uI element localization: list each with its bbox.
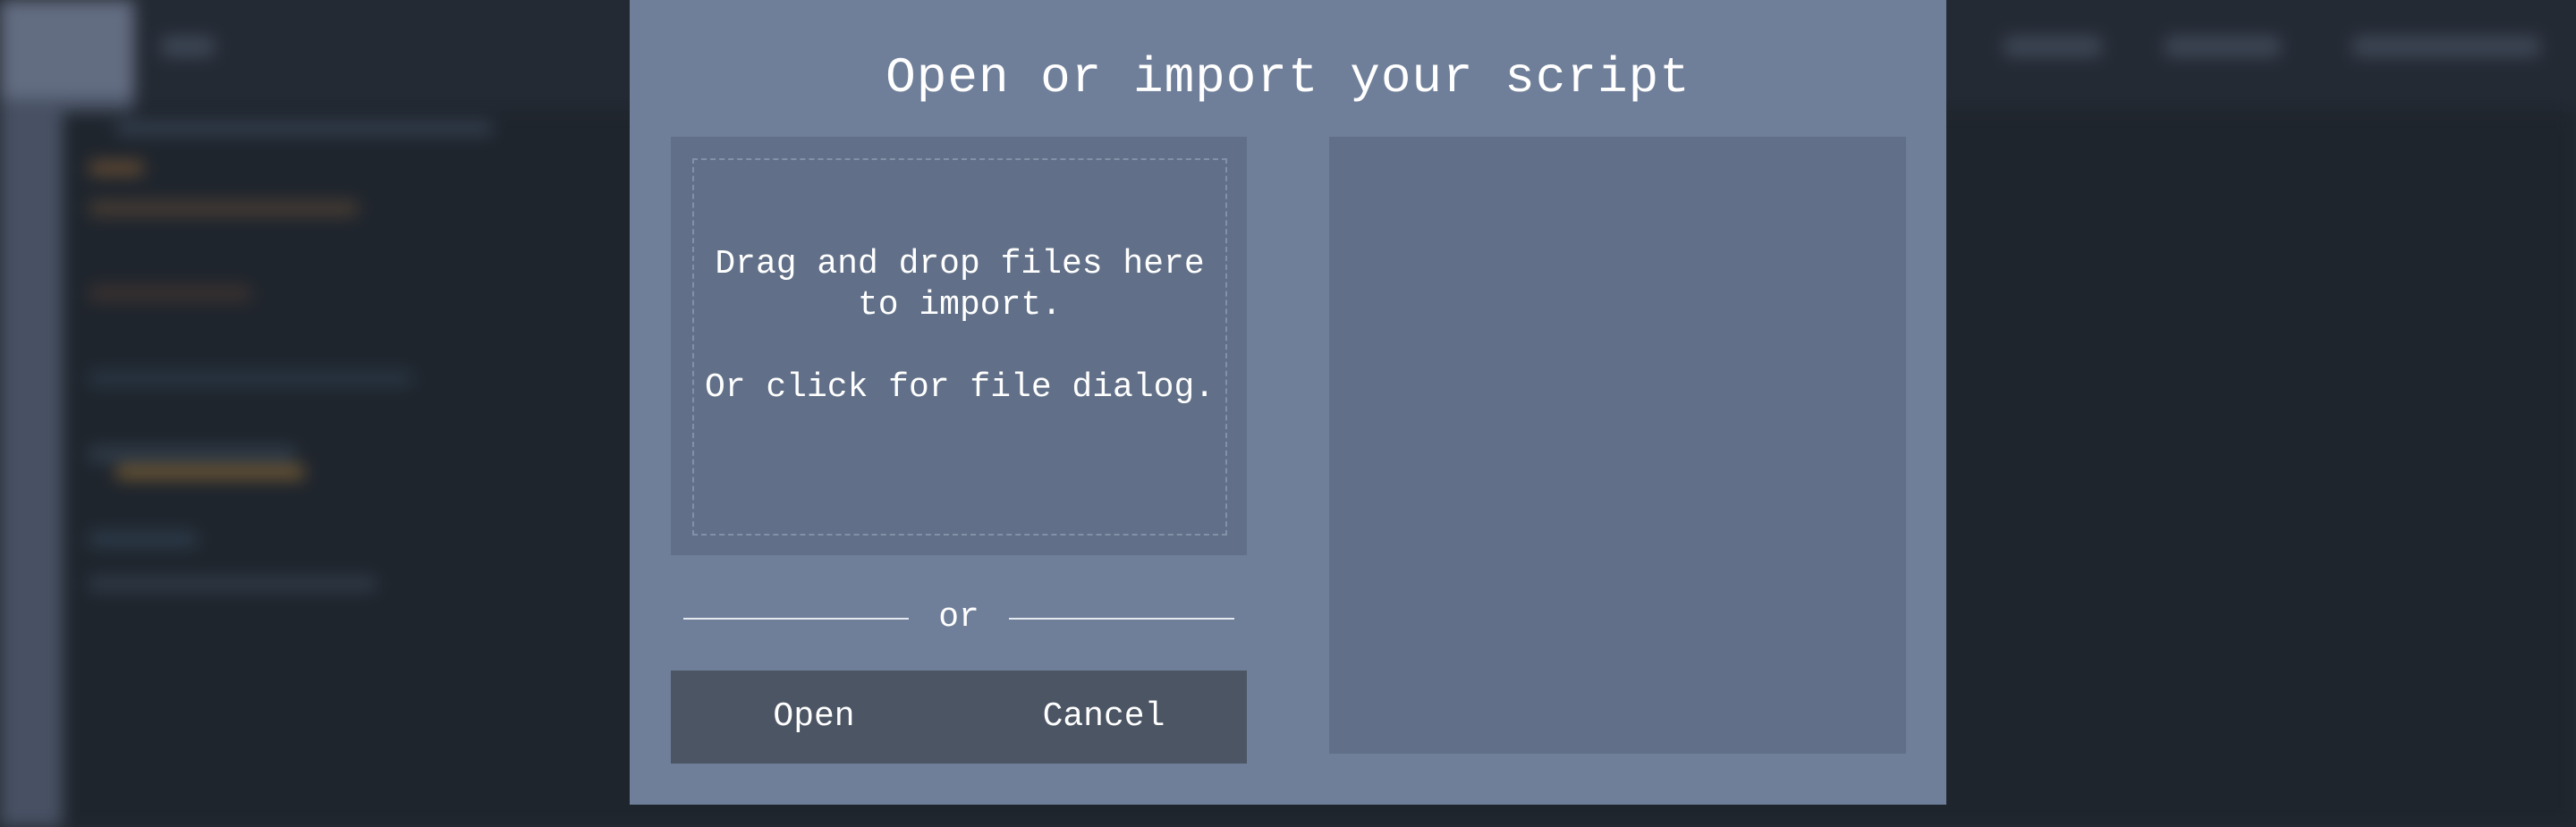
drop-zone-instructions: Drag and drop files here to import. Or c… xyxy=(694,244,1225,409)
cancel-button[interactable]: Cancel xyxy=(1014,671,1193,764)
dialog-button-bar: Open Cancel xyxy=(671,671,1247,764)
drop-zone-click-text: Or click for file dialog. xyxy=(704,368,1216,407)
import-script-dialog: Open or import your script Drag and drop… xyxy=(630,0,1946,805)
open-button[interactable]: Open xyxy=(724,671,903,764)
separator-label: or xyxy=(938,598,979,637)
file-drop-zone[interactable]: Drag and drop files here to import. Or c… xyxy=(671,137,1247,555)
drop-zone-drag-text: Drag and drop files here to import. xyxy=(715,245,1205,325)
separator-line-left xyxy=(683,618,909,620)
dialog-title: Open or import your script xyxy=(886,49,1690,106)
or-separator: or xyxy=(680,590,1238,644)
separator-line-right xyxy=(1009,618,1234,620)
script-preview-panel xyxy=(1329,137,1906,754)
drop-zone-dashed-border: Drag and drop files here to import. Or c… xyxy=(692,158,1227,536)
